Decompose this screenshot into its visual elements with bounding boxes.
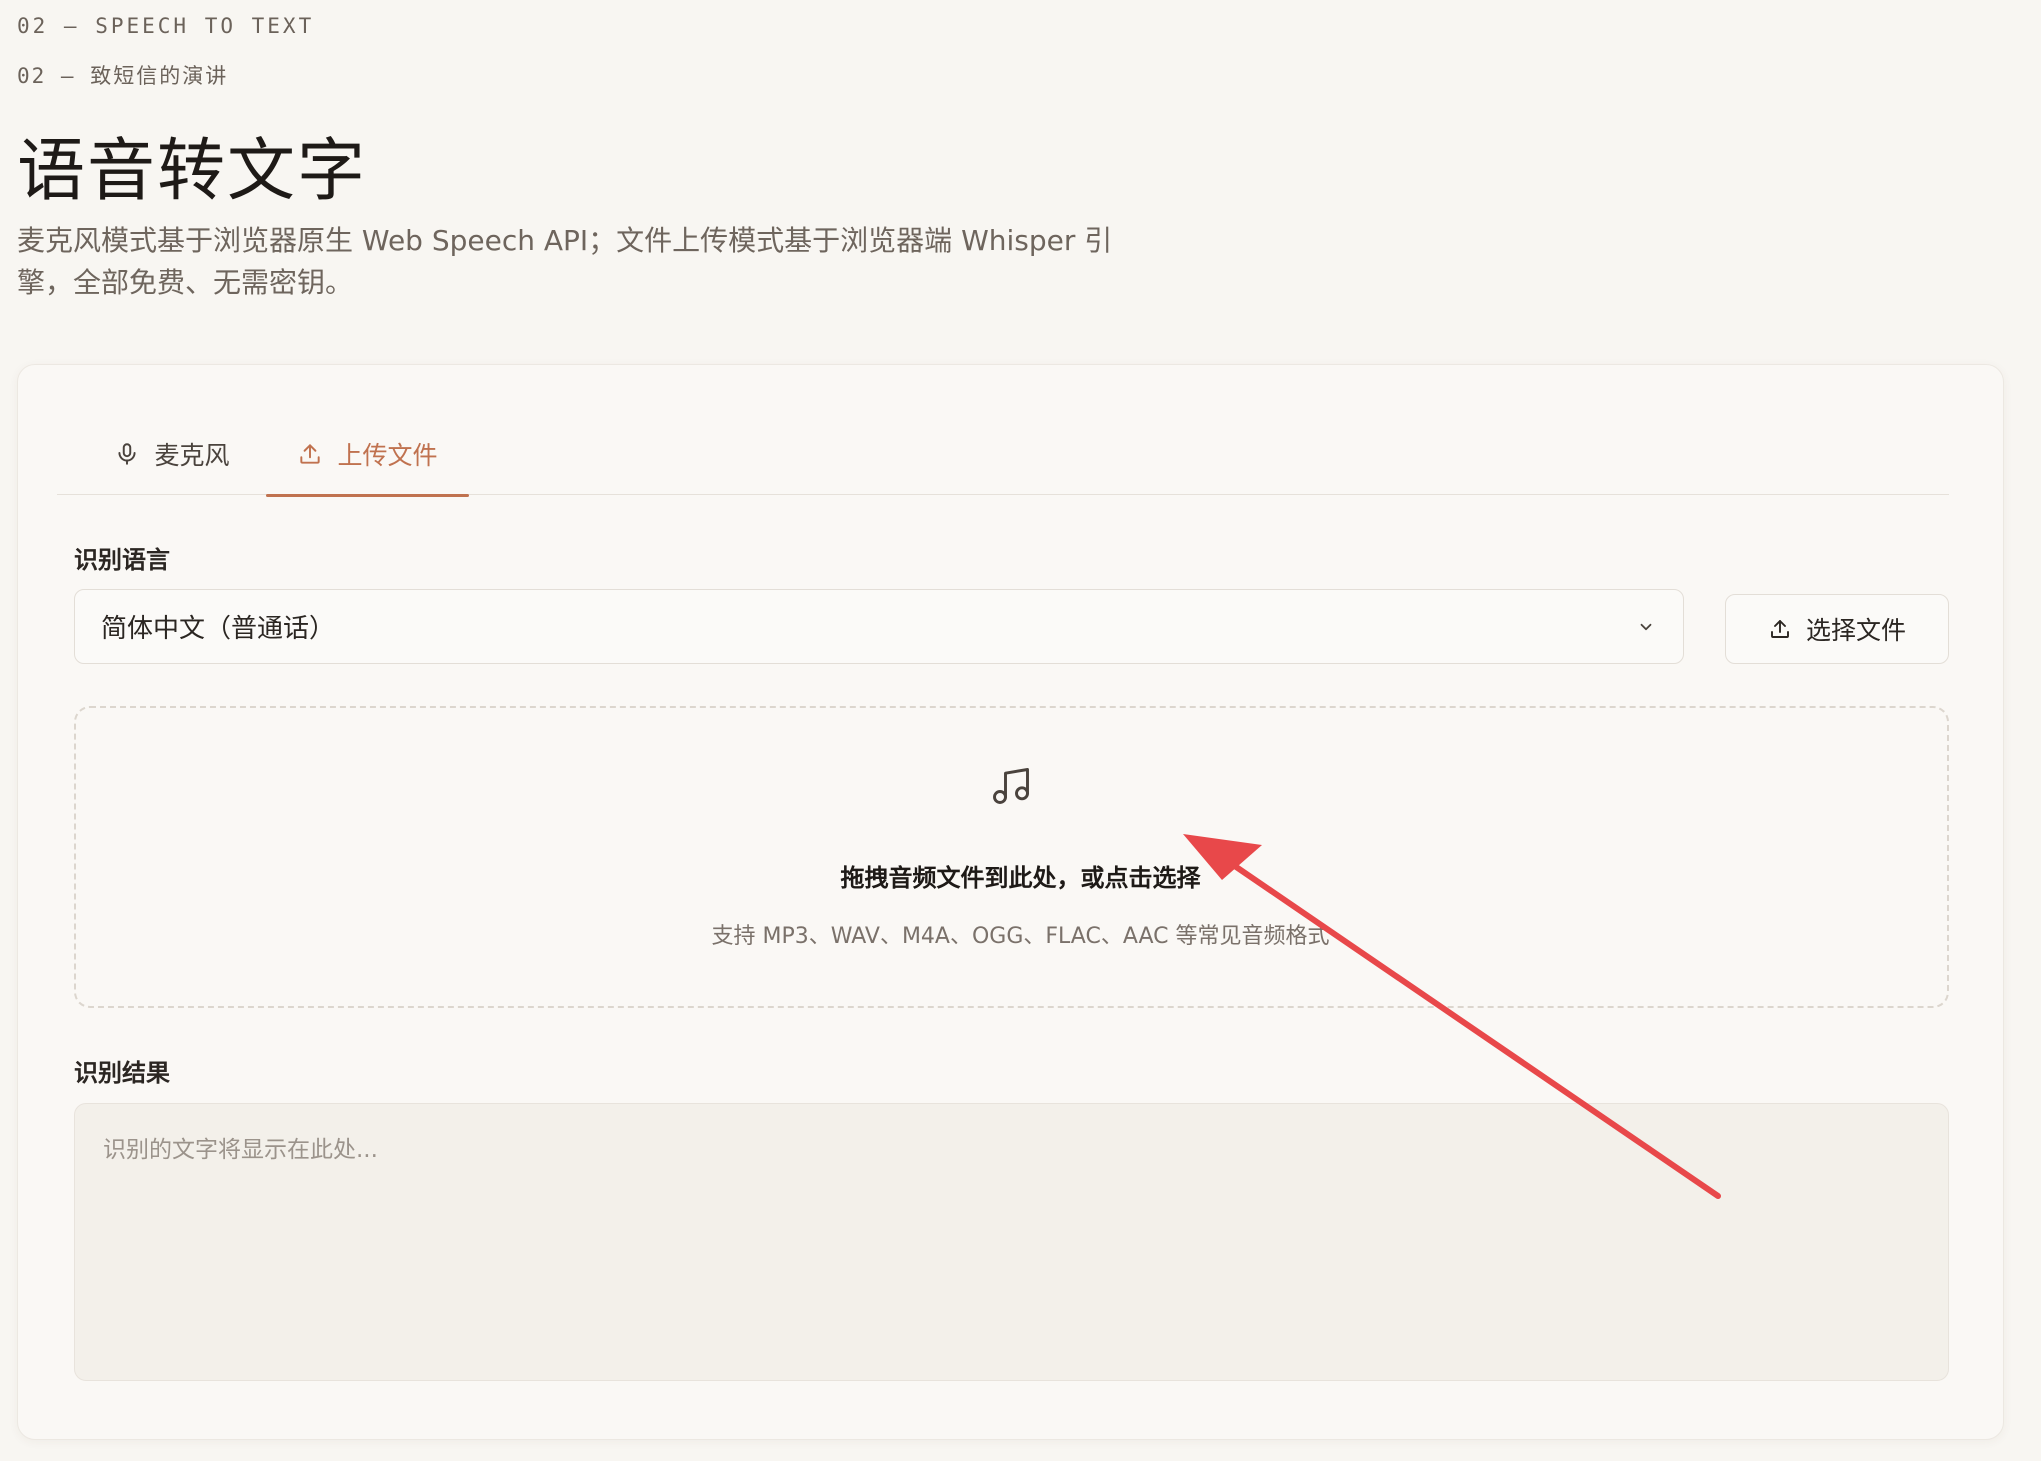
chevron-down-icon [1640, 623, 1652, 631]
section-eyebrow-en: 02 — SPEECH TO TEXT [17, 14, 315, 38]
page-description: 麦克风模式基于浏览器原生 Web Speech API；文件上传模式基于浏览器端… [17, 224, 1113, 299]
tab-upload-file-label: 上传文件 [337, 440, 438, 470]
tab-upload-file[interactable]: 上传文件 [266, 412, 469, 497]
tab-microphone[interactable]: 麦克风 [102, 412, 242, 495]
choose-file-button-label: 选择文件 [1805, 616, 1906, 645]
language-select-value: 简体中文（普通话） [101, 614, 336, 644]
dropzone-hint: 支持 MP3、WAV、M4A、OGG、FLAC、AAC 等常见音频格式 [711, 924, 1330, 949]
result-textarea[interactable] [74, 1103, 1949, 1381]
upload-icon [1771, 620, 1789, 638]
dropzone-title: 拖拽音频文件到此处，或点击选择 [840, 864, 1201, 892]
choose-file-button[interactable]: 选择文件 [1725, 594, 1949, 664]
section-eyebrow-zh: 02 — 致短信的演讲 [17, 64, 229, 88]
page: 02 — SPEECH TO TEXT 02 — 致短信的演讲 语音转文字 麦克… [0, 0, 2041, 1461]
microphone-icon [118, 442, 137, 465]
page-title: 语音转文字 [17, 132, 368, 211]
result-label: 识别结果 [74, 1059, 170, 1087]
language-select[interactable]: 简体中文（普通话） [74, 589, 1684, 664]
audio-dropzone[interactable] [74, 706, 1949, 1008]
tab-microphone-label: 麦克风 [154, 440, 230, 470]
music-note-icon [993, 768, 1029, 804]
upload-icon [300, 443, 321, 464]
mode-tabs: 麦克风 上传文件 [57, 412, 1949, 497]
language-label: 识别语言 [74, 546, 170, 574]
